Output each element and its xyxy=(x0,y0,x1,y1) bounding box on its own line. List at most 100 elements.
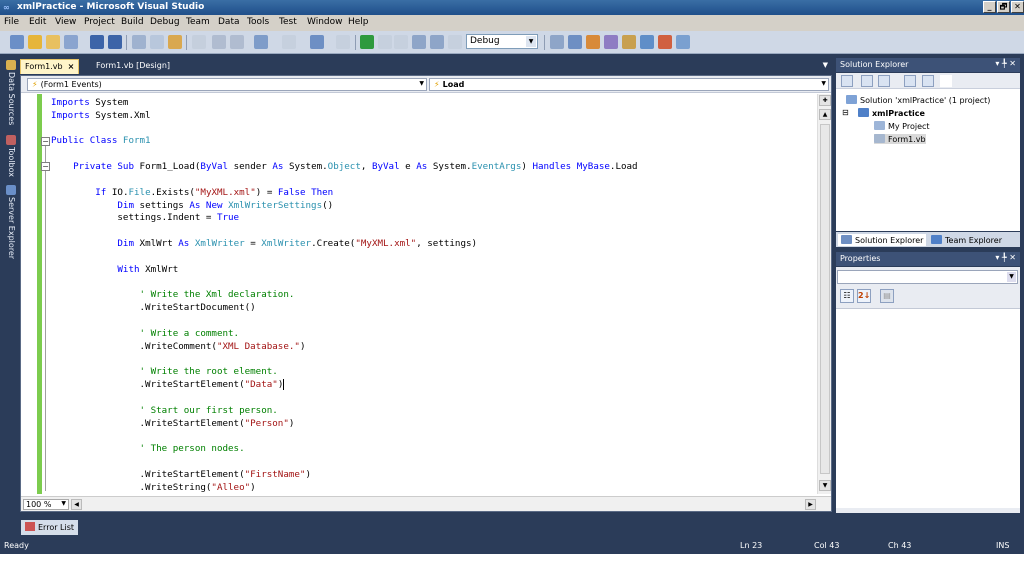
navigate-backward-icon[interactable] xyxy=(310,35,324,49)
code-line[interactable]: settings.Indent = True xyxy=(51,212,239,224)
menu-project[interactable]: Project xyxy=(84,17,115,27)
minimize-button[interactable]: _ xyxy=(983,1,996,13)
code-line[interactable]: With XmlWrt xyxy=(51,264,178,276)
code-line[interactable]: Dim settings As New XmlWriterSettings() xyxy=(51,200,333,212)
navigate-forward-icon[interactable] xyxy=(336,35,350,49)
code-line[interactable]: ' The person nodes. xyxy=(51,443,245,455)
menu-debug[interactable]: Debug xyxy=(150,17,180,27)
split-handle-icon[interactable]: ✚ xyxy=(819,95,831,106)
scroll-right-icon[interactable]: ▶ xyxy=(805,499,816,510)
menu-data[interactable]: Data xyxy=(218,17,240,27)
pane-controls[interactable]: ▾ ╄ ✕ xyxy=(995,59,1016,68)
show-all-files-icon[interactable] xyxy=(861,75,873,87)
code-line[interactable]: .WriteComment("XML Database.") xyxy=(51,341,306,353)
start-debugging-icon[interactable] xyxy=(360,35,374,49)
restore-button[interactable]: 🗗 xyxy=(997,1,1010,13)
pause-icon[interactable] xyxy=(378,35,392,49)
menu-window[interactable]: Window xyxy=(307,17,343,27)
code-line[interactable]: ' Write the Xml declaration. xyxy=(51,289,295,301)
properties-grid[interactable] xyxy=(836,308,1020,508)
code-line[interactable]: Private Sub Form1_Load(ByVal sender As S… xyxy=(51,161,637,173)
vertical-scrollbar[interactable]: ✚ ▲ ▼ xyxy=(817,94,831,494)
view-code-icon[interactable] xyxy=(904,75,916,87)
save-all-icon[interactable] xyxy=(108,35,122,49)
tab-form1-vb[interactable]: Form1.vb × xyxy=(20,59,80,74)
start-page-icon[interactable] xyxy=(640,35,654,49)
object-browser-icon[interactable] xyxy=(604,35,618,49)
code-line[interactable]: If IO.File.Exists("MyXML.xml") = False T… xyxy=(51,187,333,199)
add-item-icon[interactable] xyxy=(28,35,42,49)
toolbox-icon[interactable] xyxy=(622,35,636,49)
categorized-icon[interactable]: ☷ xyxy=(840,289,854,303)
command-window-icon[interactable] xyxy=(676,35,690,49)
extension-manager-icon[interactable] xyxy=(658,35,672,49)
code-line[interactable]: Imports System xyxy=(51,97,128,109)
scroll-up-icon[interactable]: ▲ xyxy=(819,109,831,120)
collapse-sub-icon[interactable]: − xyxy=(41,162,50,171)
alphabetical-sort-icon[interactable]: 2↓ xyxy=(857,289,871,303)
view-designer-icon[interactable] xyxy=(922,75,934,87)
pane-controls[interactable]: ▾ ╄ ✕ xyxy=(995,253,1016,262)
code-line[interactable]: ' Write the root element. xyxy=(51,366,278,378)
properties-icon[interactable] xyxy=(841,75,853,87)
copy-icon[interactable] xyxy=(150,35,164,49)
scroll-thumb[interactable] xyxy=(820,124,830,474)
stop-icon[interactable] xyxy=(394,35,408,49)
code-line[interactable]: ' Write a comment. xyxy=(51,328,240,340)
tab-solution-explorer[interactable]: Solution Explorer xyxy=(838,234,927,246)
code-line[interactable]: Dim XmlWrt As XmlWriter = XmlWriter.Crea… xyxy=(51,238,477,250)
code-line[interactable]: ' Start our first person. xyxy=(51,405,278,417)
code-line[interactable]: .WriteStartElement("Person") xyxy=(51,418,295,430)
redo-icon[interactable] xyxy=(282,35,296,49)
code-editor[interactable]: ⚡ (Form1 Events) ▼ ⚡ Load ▼ − − Imports Sy… xyxy=(20,75,832,512)
collapse-class-icon[interactable]: − xyxy=(41,137,50,146)
tab-error-list[interactable]: Error List xyxy=(21,520,79,535)
tree-item-solution[interactable]: Solution 'xmlPractice' (1 project) xyxy=(846,95,990,105)
scroll-down-icon[interactable]: ▼ xyxy=(819,480,831,491)
zoom-select[interactable]: 100 % ▼ xyxy=(23,499,69,510)
data-sources-tab[interactable]: Data Sources xyxy=(2,60,16,125)
menu-view[interactable]: View xyxy=(55,17,76,27)
tree-item-project[interactable]: xmlPractice xyxy=(858,108,925,118)
method-name-dropdown[interactable]: ⚡ Load ▼ xyxy=(429,78,829,91)
solution-explorer-icon[interactable] xyxy=(568,35,582,49)
new-project-icon[interactable] xyxy=(10,35,24,49)
menu-file[interactable]: File xyxy=(4,17,19,27)
close-tab-icon[interactable]: × xyxy=(68,62,75,71)
menu-team[interactable]: Team xyxy=(186,17,210,27)
menu-tools[interactable]: Tools xyxy=(247,17,269,27)
server-explorer-tab[interactable]: Server Explorer xyxy=(2,185,16,259)
class-name-dropdown[interactable]: ⚡ (Form1 Events) ▼ xyxy=(27,78,427,91)
find-in-files-icon[interactable] xyxy=(550,35,564,49)
code-line[interactable]: .WriteStartElement("FirstName") xyxy=(51,469,312,481)
step-into-icon[interactable] xyxy=(412,35,426,49)
solution-configuration-select[interactable]: Debug ▼ xyxy=(466,34,538,49)
undo-icon[interactable] xyxy=(254,35,268,49)
tree-item-form1[interactable]: Form1.vb xyxy=(874,134,926,144)
code-line[interactable]: .WriteStartElement("Data") xyxy=(51,379,285,391)
open-file-icon[interactable] xyxy=(46,35,60,49)
toolbox-tab[interactable]: Toolbox xyxy=(2,135,16,177)
property-pages-icon[interactable]: ▤ xyxy=(880,289,894,303)
object-select[interactable]: ▼ xyxy=(837,270,1018,284)
paste-icon[interactable] xyxy=(168,35,182,49)
menu-edit[interactable]: Edit xyxy=(29,17,46,27)
step-over-icon[interactable] xyxy=(430,35,444,49)
code-text-area[interactable]: Imports System Imports System.Xml Public C… xyxy=(51,94,821,493)
code-line[interactable]: .WriteString("Alleo") xyxy=(51,482,256,493)
close-window-button[interactable]: ✕ xyxy=(1011,1,1024,13)
step-out-icon[interactable] xyxy=(448,35,462,49)
code-line[interactable]: .WriteStartDocument() xyxy=(51,302,256,314)
comment-lines-icon[interactable] xyxy=(212,35,226,49)
code-line[interactable]: Imports System.Xml xyxy=(51,110,151,122)
cut-icon[interactable] xyxy=(132,35,146,49)
menu-build[interactable]: Build xyxy=(121,17,144,27)
properties-window-icon[interactable] xyxy=(586,35,600,49)
menu-test[interactable]: Test xyxy=(279,17,297,27)
menu-help[interactable]: Help xyxy=(348,17,369,27)
tab-team-explorer[interactable]: Team Explorer xyxy=(928,234,1005,246)
find-icon[interactable] xyxy=(192,35,206,49)
collapse-project-icon[interactable]: ⊟ xyxy=(842,108,849,117)
refresh-icon[interactable] xyxy=(878,75,890,87)
tree-item-my-project[interactable]: My Project xyxy=(874,121,930,131)
